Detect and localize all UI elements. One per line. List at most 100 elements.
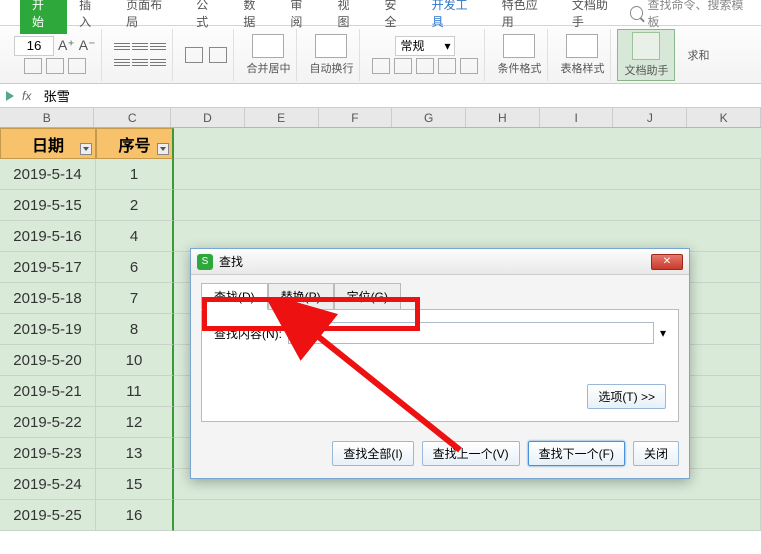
decrease-indent-icon[interactable] bbox=[185, 47, 203, 63]
cell-date[interactable]: 2019-5-25 bbox=[0, 500, 96, 531]
formula-bar: fx bbox=[0, 84, 761, 108]
empty-cell[interactable] bbox=[174, 159, 761, 190]
dialog-title: 查找 bbox=[219, 253, 243, 270]
ribbon: A⁺ A⁻ 合并居中 自动换行 常规▾ bbox=[0, 26, 761, 84]
col-header[interactable]: K bbox=[687, 108, 761, 127]
column-headers: B C D E F G H I J K bbox=[0, 108, 761, 128]
find-all-button[interactable]: 查找全部(I) bbox=[332, 441, 413, 466]
cell-index[interactable]: 1 bbox=[96, 159, 174, 190]
find-dialog: S 查找 ✕ 查找(D) 替换(P) 定位(G) 查找内容(N): ▾ 选项(T… bbox=[190, 248, 690, 479]
command-search[interactable]: 查找命令、搜索模板 bbox=[630, 0, 761, 30]
number-format-dropdown[interactable]: 常规▾ bbox=[395, 36, 455, 56]
dec-decimal-icon[interactable] bbox=[460, 58, 478, 74]
cell-index[interactable]: 10 bbox=[96, 345, 174, 376]
empty-cell[interactable] bbox=[174, 190, 761, 221]
cell-index[interactable]: 6 bbox=[96, 252, 174, 283]
table-style-icon bbox=[566, 34, 598, 58]
table-row[interactable]: 2019-5-2516 bbox=[0, 500, 761, 531]
search-placeholder: 查找命令、搜索模板 bbox=[647, 0, 751, 30]
find-content-label: 查找内容(N): bbox=[214, 325, 282, 342]
percent-icon[interactable] bbox=[394, 58, 412, 74]
align-icons[interactable] bbox=[114, 40, 166, 70]
sum-button[interactable]: 求和 bbox=[681, 29, 715, 81]
cell-index[interactable]: 16 bbox=[96, 500, 174, 531]
dialog-body: 查找内容(N): ▾ 选项(T) >> bbox=[201, 309, 679, 422]
increase-font-icon[interactable]: A⁺ bbox=[58, 37, 75, 54]
cell-date[interactable]: 2019-5-22 bbox=[0, 407, 96, 438]
formula-input[interactable] bbox=[39, 86, 755, 106]
wrap-button[interactable]: 自动换行 bbox=[303, 29, 360, 81]
cell-index[interactable]: 15 bbox=[96, 469, 174, 500]
tab-find[interactable]: 查找(D) bbox=[201, 283, 268, 310]
cell-date[interactable]: 2019-5-15 bbox=[0, 190, 96, 221]
cell-index[interactable]: 7 bbox=[96, 283, 174, 314]
find-prev-button[interactable]: 查找上一个(V) bbox=[422, 441, 520, 466]
doc-helper-button[interactable]: 文档助手 bbox=[617, 29, 675, 81]
cell-index[interactable]: 12 bbox=[96, 407, 174, 438]
dialog-titlebar[interactable]: S 查找 ✕ bbox=[191, 249, 689, 275]
col-header[interactable]: H bbox=[466, 108, 540, 127]
cell-date[interactable]: 2019-5-19 bbox=[0, 314, 96, 345]
comma-icon[interactable] bbox=[416, 58, 434, 74]
font-size-input[interactable] bbox=[14, 36, 54, 56]
cell-index[interactable]: 13 bbox=[96, 438, 174, 469]
decrease-font-icon[interactable]: A⁻ bbox=[79, 37, 96, 54]
font-group: A⁺ A⁻ bbox=[8, 29, 102, 81]
header-index[interactable]: 序号 bbox=[96, 128, 174, 159]
table-row[interactable]: 2019-5-152 bbox=[0, 190, 761, 221]
find-next-button[interactable]: 查找下一个(F) bbox=[528, 441, 625, 466]
doc-helper-icon bbox=[632, 32, 660, 60]
cell-date[interactable]: 2019-5-20 bbox=[0, 345, 96, 376]
cell-date[interactable]: 2019-5-16 bbox=[0, 221, 96, 252]
table-style-button[interactable]: 表格样式 bbox=[554, 29, 611, 81]
inc-decimal-icon[interactable] bbox=[438, 58, 456, 74]
align-group bbox=[108, 29, 173, 81]
col-header[interactable]: J bbox=[613, 108, 687, 127]
cell-date[interactable]: 2019-5-23 bbox=[0, 438, 96, 469]
cell-date[interactable]: 2019-5-21 bbox=[0, 376, 96, 407]
tab-goto[interactable]: 定位(G) bbox=[334, 283, 401, 310]
cell-index[interactable]: 2 bbox=[96, 190, 174, 221]
cell-date[interactable]: 2019-5-24 bbox=[0, 469, 96, 500]
cell-index[interactable]: 11 bbox=[96, 376, 174, 407]
col-header[interactable]: E bbox=[245, 108, 319, 127]
col-header[interactable]: F bbox=[319, 108, 393, 127]
col-header[interactable]: D bbox=[171, 108, 245, 127]
wrap-icon bbox=[315, 34, 347, 58]
col-header[interactable]: B bbox=[0, 108, 94, 127]
accept-icon[interactable] bbox=[6, 91, 14, 101]
cell-date[interactable]: 2019-5-17 bbox=[0, 252, 96, 283]
empty-cells[interactable] bbox=[174, 128, 761, 159]
merge-icon bbox=[252, 34, 284, 58]
menu-tabs: 开始 插入 页面布局 公式 数据 审阅 视图 安全 开发工具 特色应用 文档助手… bbox=[0, 0, 761, 26]
cond-format-button[interactable]: 条件格式 bbox=[491, 29, 548, 81]
fill-color-icon[interactable] bbox=[68, 58, 86, 74]
col-header[interactable]: C bbox=[94, 108, 171, 127]
tab-replace[interactable]: 替换(P) bbox=[268, 283, 334, 310]
font-style-icon[interactable] bbox=[24, 58, 42, 74]
cell-date[interactable]: 2019-5-18 bbox=[0, 283, 96, 314]
find-content-input[interactable] bbox=[288, 322, 654, 344]
increase-indent-icon[interactable] bbox=[209, 47, 227, 63]
filter-icon[interactable] bbox=[157, 143, 169, 155]
fx-label[interactable]: fx bbox=[22, 89, 31, 103]
filter-icon[interactable] bbox=[80, 143, 92, 155]
merge-button[interactable]: 合并居中 bbox=[240, 29, 297, 81]
empty-cell[interactable] bbox=[174, 500, 761, 531]
dropdown-icon[interactable]: ▾ bbox=[660, 326, 666, 340]
close-button[interactable]: 关闭 bbox=[633, 441, 679, 466]
dialog-tabs: 查找(D) 替换(P) 定位(G) bbox=[191, 275, 689, 310]
app-logo-icon: S bbox=[197, 254, 213, 270]
font-color-icon[interactable] bbox=[46, 58, 64, 74]
options-button[interactable]: 选项(T) >> bbox=[587, 384, 666, 409]
cell-date[interactable]: 2019-5-14 bbox=[0, 159, 96, 190]
col-header[interactable]: G bbox=[392, 108, 466, 127]
col-header[interactable]: I bbox=[540, 108, 614, 127]
close-icon[interactable]: ✕ bbox=[651, 254, 683, 270]
header-date[interactable]: 日期 bbox=[0, 128, 96, 159]
cell-index[interactable]: 4 bbox=[96, 221, 174, 252]
indent-group bbox=[179, 29, 234, 81]
table-row[interactable]: 2019-5-141 bbox=[0, 159, 761, 190]
cell-index[interactable]: 8 bbox=[96, 314, 174, 345]
currency-icon[interactable] bbox=[372, 58, 390, 74]
